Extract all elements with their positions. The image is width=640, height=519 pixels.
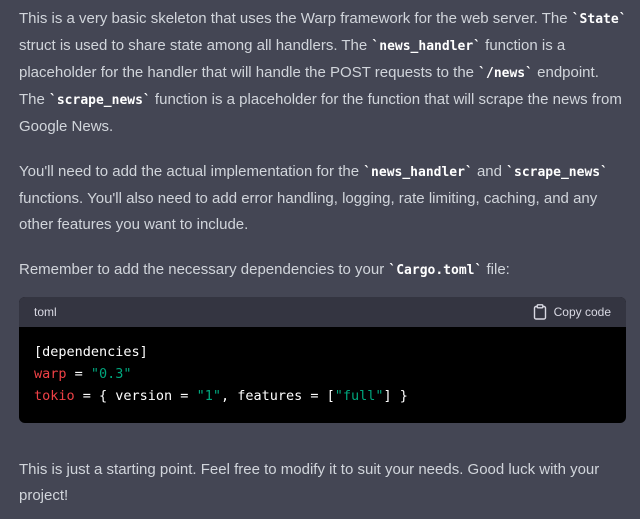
copy-code-label: Copy code <box>553 305 611 319</box>
code-content[interactable]: [dependencies] warp = "0.3" tokio = { vers… <box>19 327 626 407</box>
paragraph-closing: This is just a starting point. Feel free… <box>19 461 600 504</box>
paragraph-intro: This is a very basic skeleton that uses … <box>19 10 627 135</box>
paragraph-implementation: You'll need to add the actual implementa… <box>19 163 608 233</box>
copy-code-button[interactable]: Copy code <box>533 297 611 327</box>
inline-code-scrape-news: `scrape_news` <box>49 93 151 108</box>
inline-code-scrape-news: `scrape_news` <box>506 165 608 180</box>
code-line: tokio = { version = "1", features = ["fu… <box>34 388 408 404</box>
inline-code-cargo-toml: `Cargo.toml` <box>388 263 483 278</box>
code-language-label: toml <box>34 305 57 319</box>
clipboard-icon <box>533 304 547 320</box>
assistant-message: This is a very basic skeleton that uses … <box>19 6 627 284</box>
paragraph-dependencies: Remember to add the necessary dependenci… <box>19 261 510 278</box>
code-line: warp = "0.3" <box>34 366 132 382</box>
inline-code-news-handler: `news_handler` <box>371 39 481 54</box>
inline-code-news-handler: `news_handler` <box>363 165 473 180</box>
inline-code-news-endpoint: `/news` <box>478 66 533 81</box>
code-block-header: toml Copy code <box>19 297 626 327</box>
code-block: toml Copy code [dependencies] warp = "0.3… <box>19 297 626 423</box>
code-line: [dependencies] <box>34 344 148 360</box>
inline-code-state: `State` <box>571 12 627 27</box>
